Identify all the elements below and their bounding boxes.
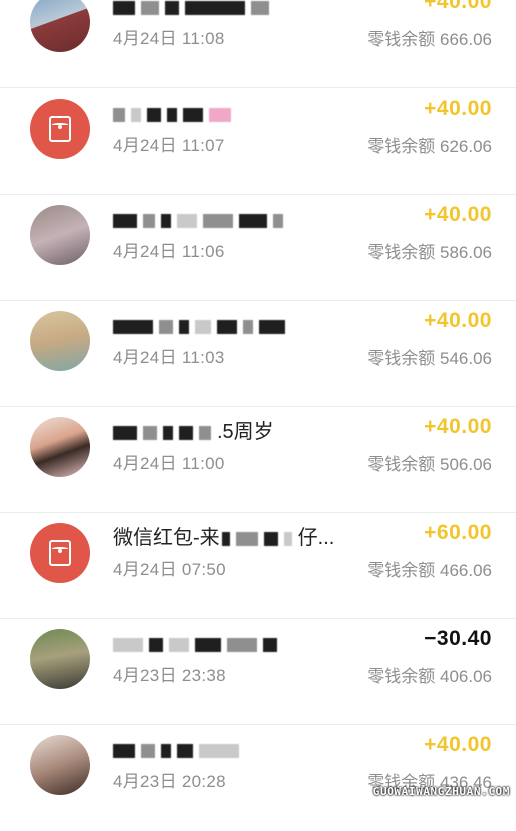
transaction-amount: +60.00 [424, 521, 492, 544]
contact-avatar [30, 311, 90, 371]
transaction-row[interactable]: 4月24日 11:03 +40.00 零钱余额 546.06 [0, 301, 516, 407]
transaction-row[interactable]: 4月24日 11:06 +40.00 零钱余额 586.06 [0, 195, 516, 301]
transaction-amount: +40.00 [424, 309, 492, 332]
transaction-amount: +40.00 [424, 203, 492, 226]
transaction-datetime: 4月24日 07:50 [113, 560, 226, 579]
transaction-datetime: 4月24日 11:03 [113, 348, 225, 367]
transaction-amount: +40.00 [424, 415, 492, 438]
transaction-datetime: 4月24日 11:07 [113, 136, 225, 155]
transaction-row[interactable]: .5周岁 4月24日 11:00 +40.00 零钱余额 506.06 [0, 407, 516, 513]
balance-after: 零钱余额 506.06 [367, 455, 492, 474]
contact-avatar [30, 417, 90, 477]
balance-after: 零钱余额 466.06 [367, 561, 492, 580]
balance-after: 零钱余额 546.06 [367, 349, 492, 368]
transaction-row[interactable]: 4月24日 11:08 +40.00 零钱余额 666.06 [0, 0, 516, 88]
balance-after: 零钱余额 626.06 [367, 137, 492, 156]
transaction-title-tail: 仔... [297, 527, 335, 549]
transaction-amount: +40.00 [424, 0, 492, 13]
contact-avatar [30, 735, 90, 795]
transaction-datetime: 4月23日 23:38 [113, 666, 226, 685]
transaction-title [113, 99, 383, 129]
balance-after: 零钱余额 406.06 [367, 667, 492, 686]
contact-avatar [30, 629, 90, 689]
transaction-row[interactable]: 4月23日 23:38 −30.40 零钱余额 406.06 [0, 619, 516, 725]
contact-avatar [30, 0, 90, 52]
red-packet-icon [30, 99, 90, 159]
transaction-title [113, 311, 383, 341]
transaction-title: .5周岁 [113, 417, 383, 447]
balance-after: 零钱余额 666.06 [367, 30, 492, 49]
transaction-title [113, 0, 383, 22]
transaction-datetime: 4月24日 11:08 [113, 29, 225, 48]
transaction-datetime: 4月24日 11:00 [113, 454, 225, 473]
transaction-amount: −30.40 [424, 627, 492, 650]
transaction-title-text: 微信红包-来 [113, 527, 220, 549]
transaction-title [113, 205, 383, 235]
transaction-title: 微信红包-来 仔... [113, 523, 383, 553]
transaction-title [113, 735, 383, 765]
transaction-title [113, 629, 383, 659]
site-watermark: GUOWAIWANGZHUAN.COM [372, 785, 510, 798]
transaction-row[interactable]: 4月24日 11:07 +40.00 零钱余额 626.06 [0, 89, 516, 195]
contact-avatar [30, 205, 90, 265]
transaction-amount: +40.00 [424, 733, 492, 756]
transaction-amount: +40.00 [424, 97, 492, 120]
red-packet-icon [30, 523, 90, 583]
transaction-row[interactable]: 4月23日 20:28 +40.00 零钱余额 436.46 [0, 725, 516, 831]
transaction-datetime: 4月24日 11:06 [113, 242, 225, 261]
transaction-row[interactable]: 微信红包-来 仔... 4月24日 07:50 +60.00 零钱余额 466.0… [0, 513, 516, 619]
transaction-datetime: 4月23日 20:28 [113, 772, 226, 791]
transaction-title-text: .5周岁 [217, 421, 274, 443]
balance-after: 零钱余额 586.06 [367, 243, 492, 262]
